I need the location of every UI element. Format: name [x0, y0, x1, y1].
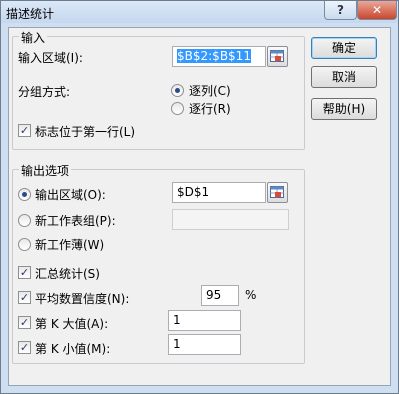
labels-first-row-checkbox[interactable]: ✓: [18, 124, 31, 137]
output-group-title: 输出选项: [19, 162, 72, 179]
help-button[interactable]: 帮助(H): [311, 98, 377, 120]
by-rows-label[interactable]: 逐行(R): [189, 100, 231, 117]
input-group-title: 输入: [19, 29, 48, 46]
summary-stats-checkbox[interactable]: ✓: [18, 266, 31, 279]
input-range-label: 输入区域(I):: [18, 51, 83, 65]
labels-first-row-label[interactable]: 标志位于第一行(L): [35, 123, 135, 140]
ok-button[interactable]: 确定: [311, 37, 377, 59]
radio-selected-dot: [22, 192, 27, 197]
output-range-radio[interactable]: [18, 188, 31, 201]
confidence-level-field[interactable]: 95: [201, 285, 239, 306]
new-sheet-radio[interactable]: [18, 214, 31, 227]
by-rows-radio[interactable]: [171, 102, 184, 115]
kth-smallest-label[interactable]: 第 K 小值(M):: [35, 340, 110, 357]
kth-smallest-checkbox[interactable]: ✓: [18, 341, 31, 354]
title-bar[interactable]: 描述统计 ? ✕: [1, 1, 398, 23]
new-workbook-radio[interactable]: [18, 238, 31, 251]
new-workbook-label[interactable]: 新工作薄(W): [35, 236, 104, 253]
percent-sign: %: [245, 288, 257, 302]
cancel-button[interactable]: 取消: [311, 66, 377, 88]
window-title: 描述统计: [6, 7, 55, 21]
kth-largest-checkbox[interactable]: ✓: [18, 316, 31, 329]
close-button[interactable]: ✕: [357, 1, 397, 20]
by-columns-label[interactable]: 逐列(C): [189, 82, 231, 99]
kth-largest-label[interactable]: 第 K 大值(A):: [35, 315, 108, 332]
summary-stats-label[interactable]: 汇总统计(S): [35, 265, 100, 282]
radio-selected-dot: [175, 88, 180, 93]
confidence-label[interactable]: 平均数置信度(N):: [35, 290, 129, 307]
grouping-label: 分组方式:: [18, 85, 71, 99]
output-range-select-button[interactable]: [267, 182, 288, 203]
by-columns-radio[interactable]: [171, 84, 184, 97]
title-help-button[interactable]: ?: [324, 1, 357, 20]
input-range-select-button[interactable]: [267, 46, 288, 67]
kth-smallest-field[interactable]: 1: [168, 334, 241, 355]
input-range-field[interactable]: $B$2:$B$11: [172, 46, 266, 67]
new-sheet-label[interactable]: 新工作表组(P):: [35, 212, 116, 229]
dialog-body: 输入 输入区域(I): $B$2:$B$11 分组方式: 逐列(C) 逐行(R)…: [8, 27, 391, 386]
output-range-label[interactable]: 输出区域(O):: [35, 186, 106, 203]
descriptive-statistics-dialog: 描述统计 ? ✕ 输入 输入区域(I): $B$2:$B$11 分组方式: 逐列…: [0, 0, 399, 394]
range-select-icon: [270, 50, 284, 62]
new-sheet-field[interactable]: [172, 209, 289, 230]
kth-largest-field[interactable]: 1: [168, 310, 241, 331]
output-range-field[interactable]: $D$1: [172, 182, 266, 203]
confidence-checkbox[interactable]: ✓: [18, 291, 31, 304]
range-select-icon: [270, 186, 284, 198]
